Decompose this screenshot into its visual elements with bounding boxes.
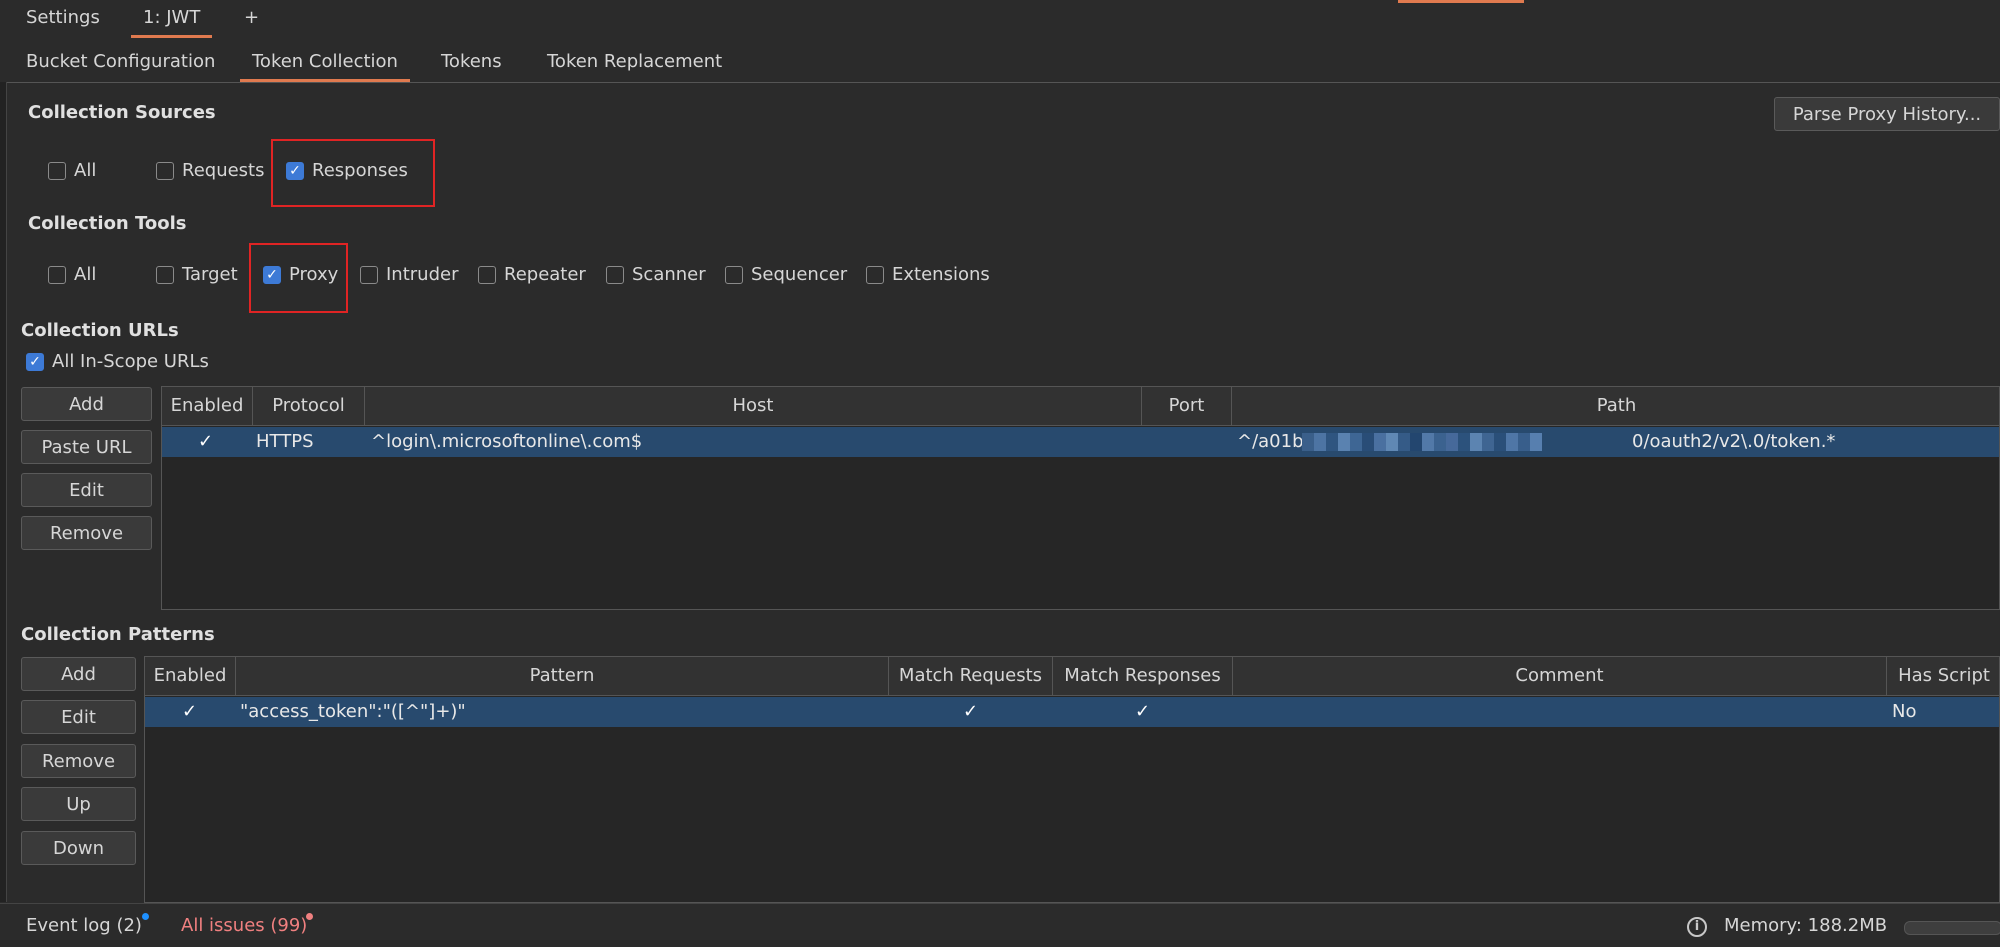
tab-tokens[interactable]: Tokens	[441, 44, 502, 80]
paste-url-button[interactable]: Paste URL	[21, 430, 152, 464]
event-log-link[interactable]: Event log (2)	[26, 915, 142, 936]
checkbox-box	[866, 265, 884, 284]
collection-tools-title: Collection Tools	[28, 213, 187, 234]
col-host[interactable]: Host	[365, 387, 1142, 425]
parse-proxy-history-button[interactable]: Parse Proxy History...	[1774, 97, 2000, 131]
pattern-add-button[interactable]: Add	[21, 657, 136, 691]
row-has-script: No	[1892, 701, 1917, 722]
col-protocol[interactable]: Protocol	[253, 387, 365, 425]
tab-settings[interactable]: Settings	[26, 0, 100, 36]
url-add-button[interactable]: Add	[21, 387, 152, 421]
patterns-table-header: Enabled Pattern Match Requests Match Res…	[145, 657, 1999, 696]
col-pattern[interactable]: Pattern	[236, 657, 889, 695]
tools-scanner-checkbox[interactable]: Scanner	[606, 264, 706, 285]
collection-urls-title: Collection URLs	[21, 320, 179, 341]
urls-table-header: Enabled Protocol Host Port Path	[162, 387, 1999, 426]
tools-target-checkbox[interactable]: Target	[156, 264, 238, 285]
checkmark-icon: ✓	[26, 352, 44, 371]
left-edge-border	[0, 82, 7, 902]
row-path-prefix: ^/a01b	[1237, 431, 1304, 452]
tab-token-replacement[interactable]: Token Replacement	[547, 44, 722, 80]
collection-patterns-table: Enabled Pattern Match Requests Match Res…	[144, 656, 2000, 903]
pattern-remove-button[interactable]: Remove	[21, 744, 136, 778]
col-port[interactable]: Port	[1142, 387, 1232, 425]
row-protocol: HTTPS	[256, 431, 314, 452]
col-enabled[interactable]: Enabled	[162, 387, 253, 425]
row-match-requests-check[interactable]: ✓	[963, 697, 978, 727]
collection-urls-table: Enabled Protocol Host Port Path ✓ HTTPS …	[161, 386, 2000, 610]
table-row[interactable]: ✓ "access_token":"([^"]+)" ✓ ✓ No	[145, 697, 1999, 727]
checkbox-box	[606, 265, 624, 284]
url-remove-button[interactable]: Remove	[21, 516, 152, 550]
all-issues-link[interactable]: All issues (99)	[181, 915, 307, 936]
memory-usage-bar[interactable]	[1904, 921, 2000, 935]
memory-label: Memory: 188.2MB	[1724, 915, 1888, 936]
col-match-responses[interactable]: Match Responses	[1053, 657, 1233, 695]
tab-token-collection[interactable]: Token Collection	[240, 44, 410, 82]
event-log-dot	[142, 913, 149, 920]
responses-highlight-box	[271, 139, 435, 207]
col-path[interactable]: Path	[1232, 387, 1999, 425]
sources-all-checkbox[interactable]: All	[48, 160, 96, 181]
tab-jwt[interactable]: 1: JWT	[130, 0, 213, 38]
sub-tab-bar: Bucket Configuration Token Collection To…	[0, 44, 2000, 83]
info-icon[interactable]: i	[1687, 917, 1707, 937]
checkbox-box	[156, 265, 174, 284]
all-issues-dot	[306, 913, 313, 920]
row-match-responses-check[interactable]: ✓	[1135, 697, 1150, 727]
tools-sequencer-checkbox[interactable]: Sequencer	[725, 264, 847, 285]
checkbox-box	[360, 265, 378, 284]
col-match-requests[interactable]: Match Requests	[889, 657, 1053, 695]
sources-requests-checkbox[interactable]: Requests	[156, 160, 265, 181]
tool-tab-indicator	[1398, 0, 1524, 3]
row-host: ^login\.microsoftonline\.com$	[371, 431, 643, 452]
table-row[interactable]: ✓ HTTPS ^login\.microsoftonline\.com$ ^/…	[162, 427, 1999, 457]
top-tab-bar: Settings 1: JWT +	[0, 0, 2000, 45]
checkbox-box	[478, 265, 496, 284]
col-enabled[interactable]: Enabled	[145, 657, 236, 695]
all-in-scope-urls-checkbox[interactable]: ✓ All In-Scope URLs	[26, 351, 209, 372]
row-enabled-check[interactable]: ✓	[198, 427, 213, 457]
row-pattern: "access_token":"([^"]+)"	[240, 701, 466, 722]
tools-extensions-checkbox[interactable]: Extensions	[866, 264, 990, 285]
status-bar: Event log (2) All issues (99) i Memory: …	[0, 903, 2000, 947]
row-enabled-check[interactable]: ✓	[182, 697, 197, 727]
checkbox-box	[48, 161, 66, 180]
redacted-path-pixels	[1302, 433, 1542, 451]
collection-patterns-title: Collection Patterns	[21, 624, 215, 645]
proxy-highlight-box	[249, 243, 348, 313]
checkbox-box	[48, 265, 66, 284]
collection-sources-title: Collection Sources	[28, 102, 216, 123]
pattern-down-button[interactable]: Down	[21, 831, 136, 865]
col-comment[interactable]: Comment	[1233, 657, 1887, 695]
tools-all-checkbox[interactable]: All	[48, 264, 96, 285]
pattern-up-button[interactable]: Up	[21, 787, 136, 821]
tools-intruder-checkbox[interactable]: Intruder	[360, 264, 458, 285]
pattern-edit-button[interactable]: Edit	[21, 700, 136, 734]
url-edit-button[interactable]: Edit	[21, 473, 152, 507]
col-has-script[interactable]: Has Script	[1887, 657, 1999, 695]
row-path-suffix: 0/oauth2/v2\.0/token.*	[1632, 431, 1836, 452]
tools-repeater-checkbox[interactable]: Repeater	[478, 264, 586, 285]
checkbox-box	[725, 265, 743, 284]
tab-bucket-configuration[interactable]: Bucket Configuration	[26, 44, 215, 80]
checkbox-box	[156, 161, 174, 180]
add-tab-button[interactable]: +	[244, 0, 259, 36]
